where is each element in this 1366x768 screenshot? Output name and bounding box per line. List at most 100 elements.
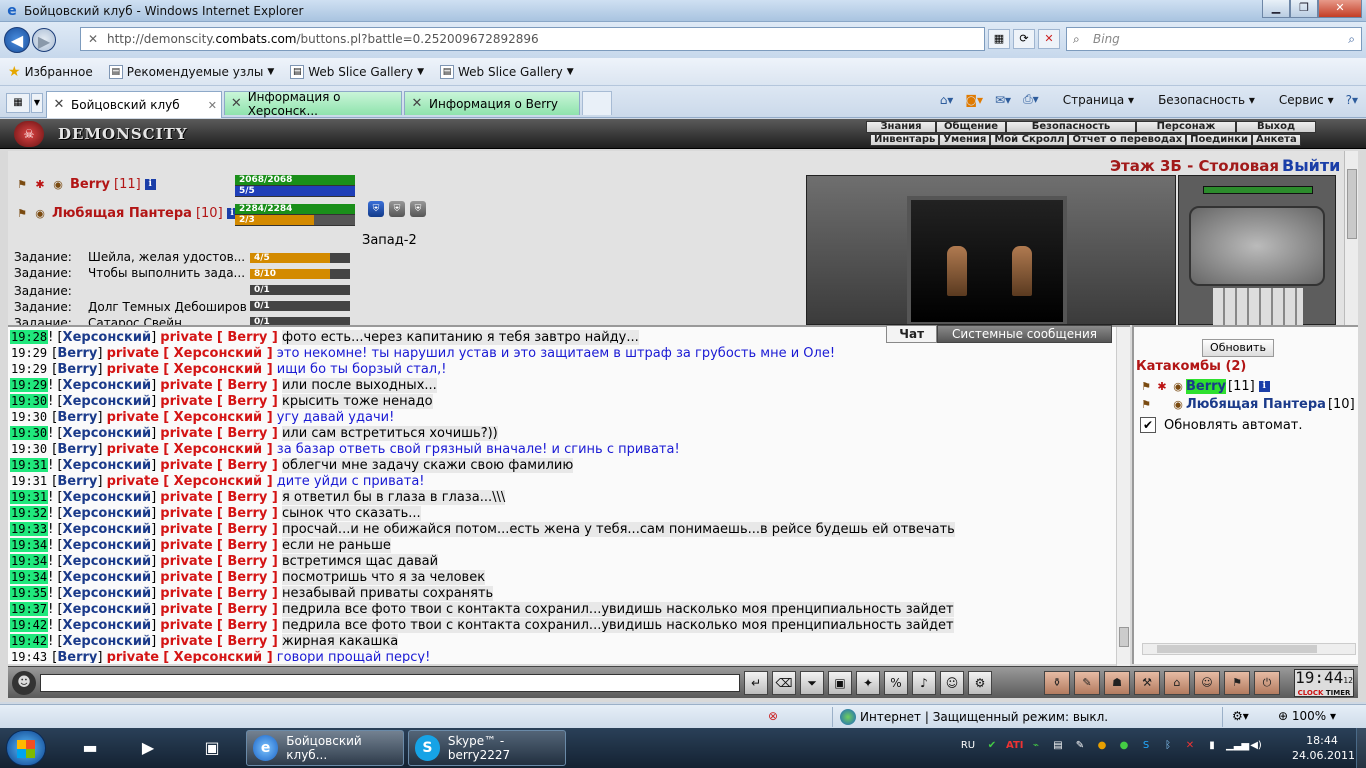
message-time[interactable]: 19:33 — [10, 522, 49, 536]
fight-icon[interactable]: ✦ — [856, 671, 880, 695]
show-desktop-button[interactable] — [1356, 728, 1366, 768]
message-sender[interactable]: Berry — [57, 474, 97, 489]
exit-icon[interactable]: ⏻ — [1254, 671, 1280, 695]
quick-tabs-icon[interactable]: ▦ — [6, 93, 30, 113]
message-sender[interactable]: Berry — [57, 410, 97, 425]
new-tab-button[interactable] — [582, 91, 612, 115]
menu-skills[interactable]: Умения — [939, 134, 991, 146]
start-button[interactable] — [6, 730, 46, 766]
menu-profile[interactable]: Анкета — [1251, 134, 1301, 146]
translit-icon[interactable]: % — [884, 671, 908, 695]
tools-menu[interactable]: Сервис ▾ — [1267, 93, 1334, 107]
message-time[interactable]: 19:29 — [10, 346, 48, 360]
tab-info-berry[interactable]: ✕ Информация о Berry — [404, 91, 580, 115]
message-sender[interactable]: Berry — [57, 362, 97, 377]
message-time[interactable]: 19:34 — [10, 538, 49, 552]
refresh-button[interactable]: Обновить — [1202, 339, 1274, 357]
tab-fight-club[interactable]: ✕ Бойцовский клуб ✕ — [46, 91, 222, 118]
minimize-button[interactable]: ▁ — [1262, 0, 1290, 18]
home-icon[interactable]: ⌂▾ — [940, 93, 954, 107]
shield-icon[interactable]: ⛨ — [389, 201, 405, 217]
print-icon[interactable]: ⎙▾ — [1023, 92, 1039, 107]
message-sender[interactable]: Херсонский — [63, 330, 152, 345]
message-sender[interactable]: Berry — [57, 650, 97, 663]
message-recipient[interactable]: Berry — [227, 602, 267, 617]
fav-suggested-sites[interactable]: ▤ Рекомендуемые узлы ▼ — [108, 64, 274, 79]
message-time[interactable]: 19:34 — [10, 554, 49, 568]
message-recipient[interactable]: Херсонский — [174, 362, 263, 377]
message-recipient[interactable]: Berry — [227, 522, 267, 537]
clock-timer[interactable]: 19:4412 CLOCK TIMER — [1294, 669, 1354, 697]
favorites-button[interactable]: ★ Избранное — [8, 64, 93, 80]
message-recipient[interactable]: Berry — [227, 490, 267, 505]
smiley-icon[interactable]: ☻ — [12, 671, 36, 695]
friends-icon[interactable]: ☺ — [1194, 671, 1220, 695]
tab-chat[interactable]: Чат — [886, 325, 938, 343]
message-recipient[interactable]: Berry — [227, 330, 267, 345]
message-recipient[interactable]: Berry — [227, 538, 267, 553]
skype-tray-icon[interactable]: S — [1138, 738, 1154, 754]
tool-icon[interactable]: ✎ — [1072, 738, 1088, 754]
message-sender[interactable]: Херсонский — [63, 570, 152, 585]
message-sender[interactable]: Херсонский — [63, 602, 152, 617]
message-time[interactable]: 19:29 — [10, 378, 49, 392]
message-recipient[interactable]: Berry — [227, 506, 267, 521]
battery-icon[interactable]: ▮ — [1204, 738, 1220, 754]
dungeon-view[interactable] — [806, 175, 1176, 325]
search-go-icon[interactable]: ⌕ — [1348, 28, 1355, 50]
stop-icon[interactable]: ✕ — [1038, 29, 1060, 49]
direction-dial[interactable] — [1189, 206, 1325, 286]
fav-web-slice-1[interactable]: ▤ Web Slice Gallery ▼ — [290, 64, 424, 79]
monster-figure[interactable] — [1012, 246, 1032, 296]
message-sender[interactable]: Херсонский — [63, 506, 152, 521]
tab-close-icon[interactable]: ✕ — [208, 99, 217, 112]
tab-list-icon[interactable]: ▼ — [31, 93, 43, 113]
message-time[interactable]: 19:35 — [10, 586, 49, 600]
security-zone[interactable]: Интернет | Защищенный режим: выкл. — [840, 709, 1108, 725]
panel-scrollbar[interactable] — [1344, 151, 1358, 325]
message-time[interactable]: 19:29 — [10, 362, 48, 376]
message-sender[interactable]: Херсонский — [63, 522, 152, 537]
message-recipient[interactable]: Berry — [227, 586, 267, 601]
tab-info-kherson[interactable]: ✕ Информация о Херсонск... — [224, 90, 402, 118]
message-recipient[interactable]: Херсонский — [174, 346, 263, 361]
chat-input[interactable] — [40, 674, 740, 692]
mail-icon[interactable]: ✉▾ — [995, 93, 1011, 107]
help-icon[interactable]: ?▾ — [1346, 93, 1358, 107]
exit-link[interactable]: Выйти — [1282, 156, 1340, 175]
house-icon[interactable]: ⌂ — [1164, 671, 1190, 695]
message-recipient[interactable]: Berry — [227, 394, 267, 409]
message-time[interactable]: 19:30 — [10, 410, 48, 424]
message-sender[interactable]: Херсонский — [63, 490, 152, 505]
volume-icon[interactable]: ◀) — [1248, 738, 1264, 754]
info-icon[interactable]: i — [144, 179, 156, 190]
menu-exit[interactable]: Выход — [1236, 121, 1316, 133]
message-time[interactable]: 19:43 — [10, 650, 48, 663]
menu-knowledge[interactable]: Знания — [866, 121, 936, 133]
media-player-icon[interactable]: ▶ — [124, 732, 172, 764]
message-recipient[interactable]: Berry — [227, 458, 267, 473]
message-sender[interactable]: Херсонский — [63, 426, 152, 441]
room-hscrollbar[interactable] — [1142, 643, 1356, 655]
protected-mode-icon[interactable]: ⚙▾ — [1232, 709, 1249, 723]
save-disk-icon[interactable]: ▣ — [188, 732, 236, 764]
sound-icon[interactable]: ♪ — [912, 671, 936, 695]
save-icon[interactable]: ▣ — [828, 671, 852, 695]
message-time[interactable]: 19:42 — [10, 618, 49, 632]
chat-scrollbar[interactable] — [1116, 327, 1130, 666]
auto-refresh[interactable]: ✔ Обновлять автомат. — [1140, 417, 1303, 433]
shop-icon[interactable]: ⚒ — [1134, 671, 1160, 695]
security-icon[interactable]: ✔ — [984, 738, 1000, 754]
taskbar-skype[interactable]: S Skype™ - berry2227 — [408, 730, 566, 766]
maximize-button[interactable]: ❐ — [1290, 0, 1318, 18]
update-icon[interactable]: ● — [1094, 738, 1110, 754]
safety-menu[interactable]: Безопасность ▾ — [1146, 93, 1255, 107]
message-time[interactable]: 19:31 — [10, 490, 49, 504]
info-icon[interactable]: i — [1258, 381, 1270, 392]
message-sender[interactable]: Херсонский — [63, 634, 152, 649]
filter-icon[interactable]: ⏷ — [800, 671, 824, 695]
menu-inventory[interactable]: Инвентарь — [870, 134, 940, 146]
ati-icon[interactable]: ATI — [1006, 738, 1024, 754]
menu-character[interactable]: Персонаж — [1136, 121, 1236, 133]
page-menu[interactable]: Страница ▾ — [1051, 93, 1134, 107]
